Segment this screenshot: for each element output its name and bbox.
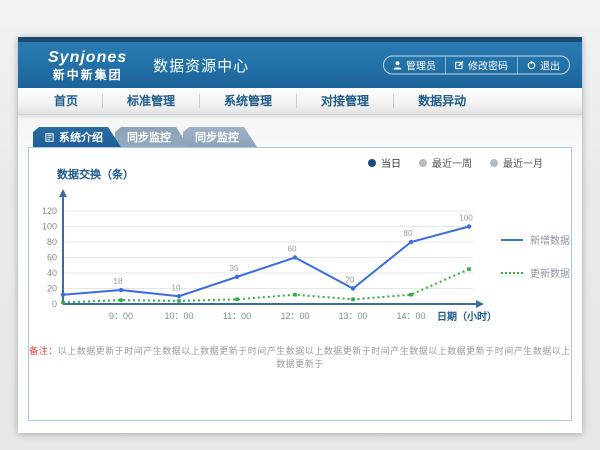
logout-button[interactable]: 退出: [517, 57, 569, 74]
y-axis-title: 数据交换（条）: [57, 166, 134, 182]
change-password-label: 修改密码: [468, 58, 508, 73]
tab-strip: 系统介绍 同步监控 同步监控: [33, 127, 572, 147]
radio-last-month-label: 最近一月: [503, 155, 543, 170]
series-legend: 新增数据 更新数据: [501, 232, 570, 280]
svg-text:35: 35: [230, 264, 239, 273]
nav-item-home[interactable]: 首页: [30, 94, 102, 108]
nav-item-data-change[interactable]: 数据异动: [393, 94, 490, 108]
svg-text:10: 10: [172, 283, 181, 292]
nav-item-standard-management[interactable]: 标准管理: [102, 94, 199, 108]
change-password-button[interactable]: 修改密码: [445, 57, 517, 74]
person-icon: [393, 61, 402, 70]
green-dotted-line-icon: [501, 272, 523, 274]
footnote-text: 以上数据更新于时间产生数据以上数据更新于时间产生数据以上数据更新于时间产生数据以…: [58, 346, 571, 369]
content-area: 系统介绍 同步监控 同步监控 当日 最近一周: [18, 115, 582, 433]
admin-user-button[interactable]: 管理员: [384, 57, 445, 74]
tab-sync-monitor-2[interactable]: 同步监控: [183, 127, 257, 147]
app-header: Synjones 新中新集团 数据资源中心 管理员 修改密码 退出: [18, 42, 582, 88]
svg-text:100: 100: [42, 222, 57, 232]
logo-text-cn: 新中新集团: [48, 69, 127, 81]
logo-text-en: Synjones: [48, 50, 127, 66]
time-range-filter: 当日 最近一周 最近一月: [368, 155, 543, 170]
nav-item-interface-management[interactable]: 对接管理: [296, 94, 393, 108]
tab-sync-monitor-1[interactable]: 同步监控: [115, 127, 189, 147]
main-nav: 首页 标准管理 系统管理 对接管理 数据异动: [18, 88, 582, 115]
svg-text:20: 20: [346, 276, 355, 285]
power-icon: [527, 61, 536, 70]
svg-text:80: 80: [404, 229, 413, 238]
line-chart-svg: 0 20 40 60 80 100 120 9：00 10：00 11：00 12：00 13：00 1…: [41, 186, 501, 338]
legend-new-data-label: 新增数据: [530, 232, 570, 247]
svg-text:60: 60: [47, 253, 57, 263]
svg-text:日期（小时）: 日期（小时）: [437, 310, 497, 323]
tab-system-intro[interactable]: 系统介绍: [33, 127, 121, 147]
radio-last-month[interactable]: 最近一月: [490, 155, 543, 170]
footnote: 备注：以上数据更新于时间产生数据以上数据更新于时间产生数据以上数据更新于时间产生…: [29, 344, 571, 370]
svg-text:9：00: 9：00: [109, 311, 133, 321]
tab-label: 系统介绍: [59, 129, 103, 145]
radio-last-week[interactable]: 最近一周: [419, 155, 472, 170]
logout-label: 退出: [540, 58, 560, 73]
svg-text:20: 20: [47, 284, 57, 294]
edit-icon: [455, 61, 464, 70]
svg-text:18: 18: [114, 277, 123, 286]
footnote-prefix: 备注：: [29, 346, 58, 356]
legend-new-data: 新增数据: [501, 232, 570, 247]
radio-today[interactable]: 当日: [368, 155, 401, 170]
svg-text:10：00: 10：00: [164, 311, 193, 321]
svg-text:0: 0: [52, 299, 57, 309]
svg-text:13：00: 13：00: [338, 311, 367, 321]
app-window: Synjones 新中新集团 数据资源中心 管理员 修改密码 退出 首页 标准管…: [18, 37, 582, 433]
legend-updated-data: 更新数据: [501, 265, 570, 280]
blue-line-icon: [501, 239, 523, 241]
admin-user-label: 管理员: [406, 58, 436, 73]
svg-text:11：00: 11：00: [223, 311, 251, 321]
user-actions-group: 管理员 修改密码 退出: [383, 56, 570, 75]
document-icon: [45, 133, 54, 142]
radio-unselected-icon: [490, 159, 498, 167]
tab-label: 同步监控: [127, 129, 171, 145]
svg-text:40: 40: [47, 268, 57, 278]
svg-text:14：00: 14：00: [396, 311, 425, 321]
svg-text:60: 60: [288, 245, 297, 254]
company-logo: Synjones 新中新集团: [48, 50, 127, 81]
svg-text:120: 120: [42, 206, 57, 216]
nav-item-system-management[interactable]: 系统管理: [199, 94, 296, 108]
radio-selected-icon: [368, 159, 376, 167]
svg-text:80: 80: [47, 237, 57, 247]
svg-text:100: 100: [459, 214, 473, 223]
radio-last-week-label: 最近一周: [432, 155, 472, 170]
radio-today-label: 当日: [381, 155, 401, 170]
chart-panel: 当日 最近一周 最近一月 数据交换（条） 0 20 40 60 80 100 120 9：00…: [28, 147, 572, 421]
page-title: 数据资源中心: [153, 55, 249, 76]
line-chart: 0 20 40 60 80 100 120 9：00 10：00 11：00 12：00 13：00 1…: [41, 186, 501, 338]
tab-label: 同步监控: [195, 129, 239, 145]
radio-unselected-icon: [419, 159, 427, 167]
svg-text:12：00: 12：00: [280, 311, 309, 321]
legend-updated-data-label: 更新数据: [530, 265, 570, 280]
